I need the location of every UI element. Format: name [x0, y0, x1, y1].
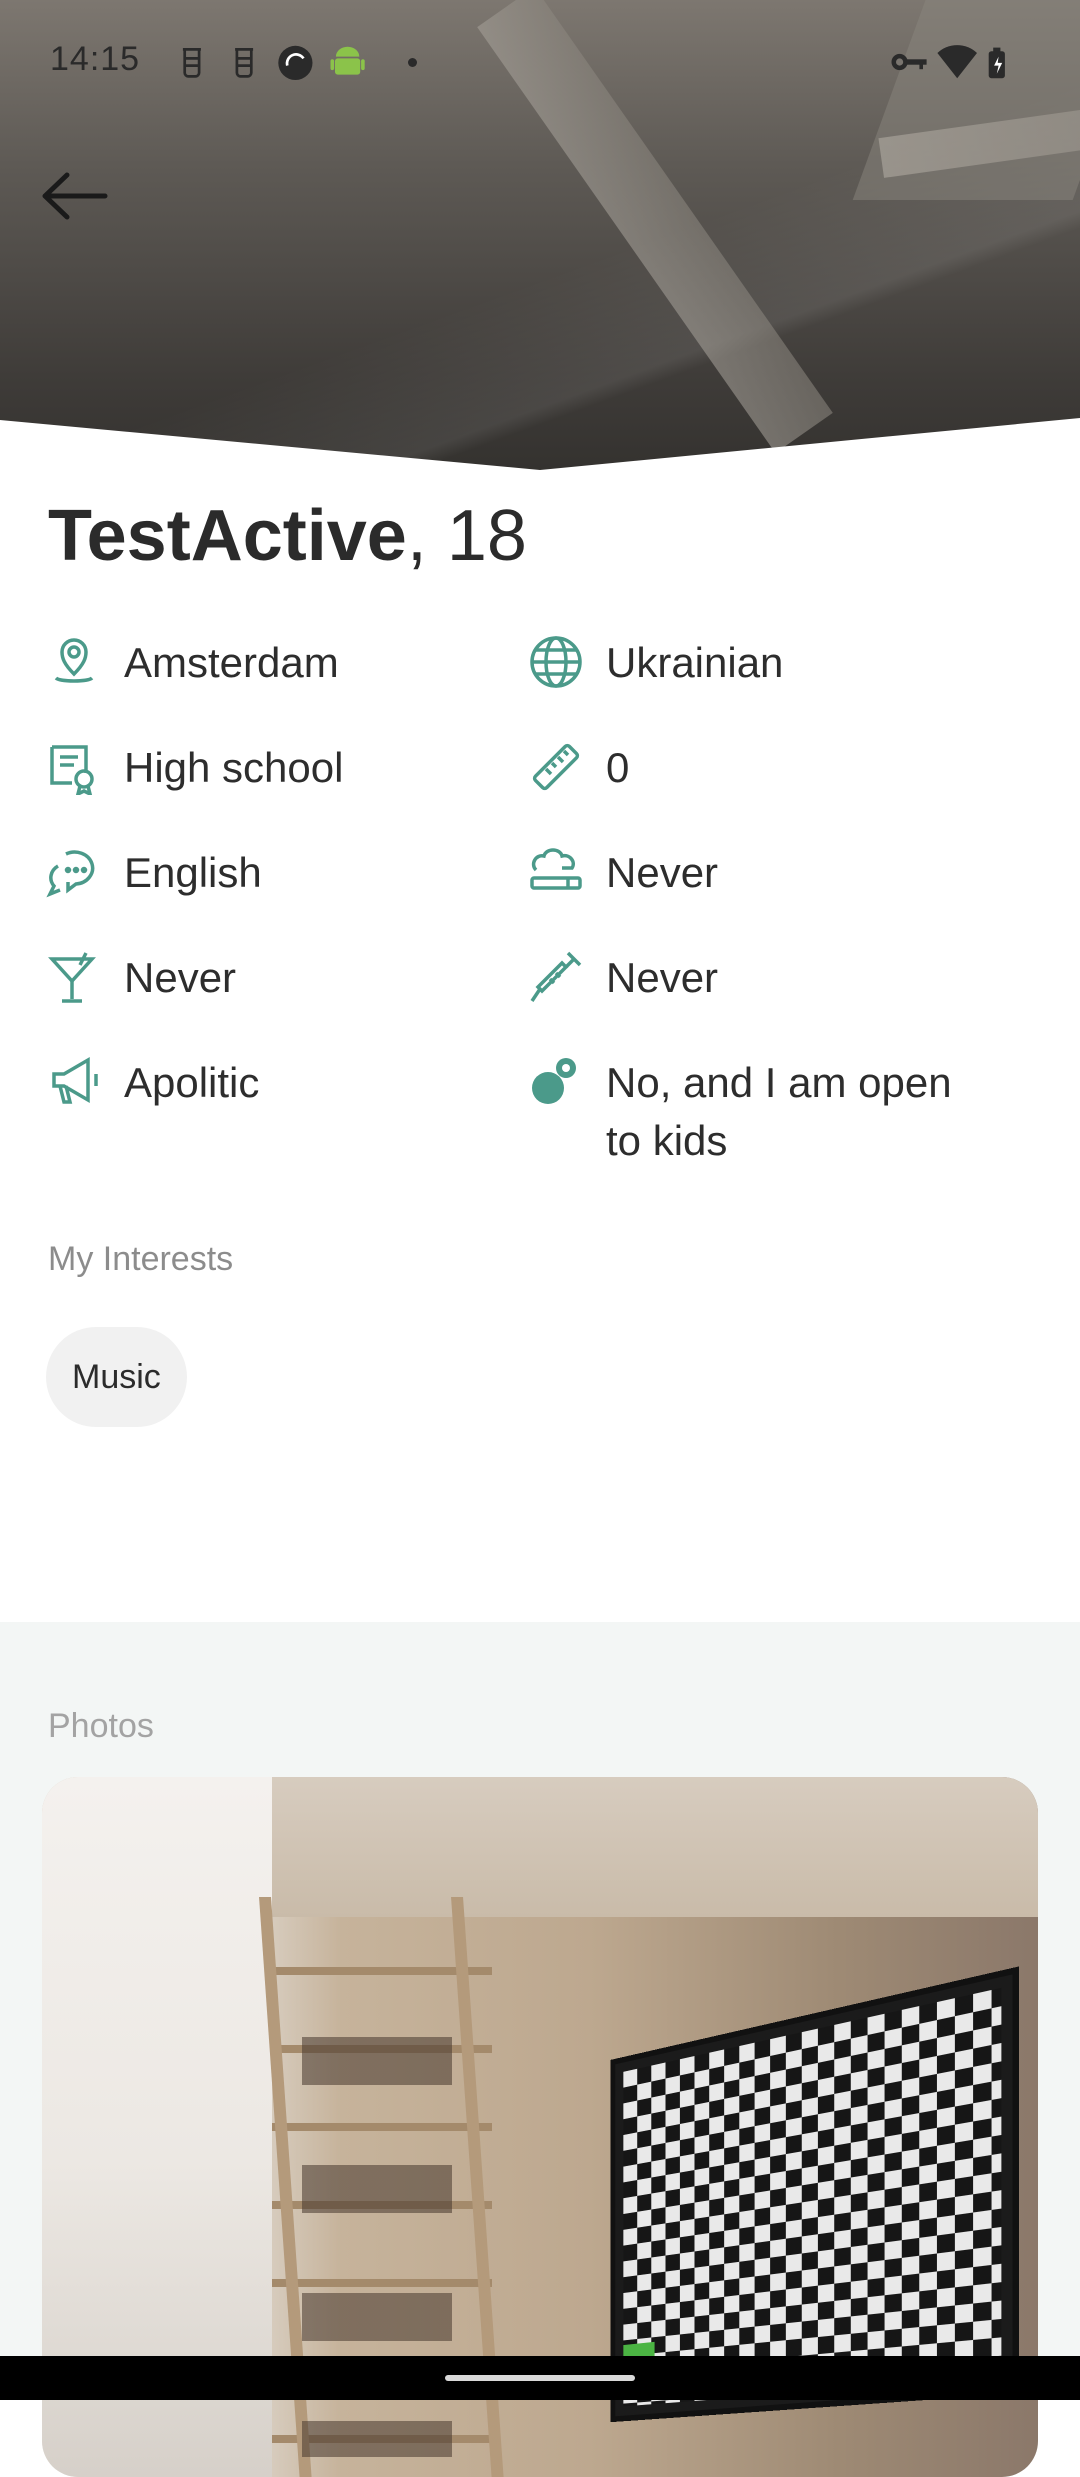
syringe-icon [530, 951, 582, 1002]
status-bar: 14:15 [0, 0, 1080, 125]
attribute-drinking: Never [46, 949, 236, 1007]
notification-icons [182, 45, 365, 80]
profile-name: TestActive, 18 [48, 495, 527, 577]
attribute-label: No, and I am open to kids [606, 1059, 952, 1164]
speech-bubbles-icon [46, 850, 95, 898]
attribute-height: 0 [528, 739, 629, 797]
globe-icon [530, 636, 582, 688]
profile-age: , 18 [406, 496, 527, 576]
system-nav-bar [0, 2356, 1080, 2400]
more-notifications-dot [408, 58, 417, 67]
attribute-smoking: Never [528, 844, 718, 902]
photos-title: Photos [48, 1707, 154, 1745]
status-time: 14:15 [50, 40, 141, 78]
attribute-location: Amsterdam [46, 634, 339, 692]
location-pin-icon [54, 638, 94, 683]
cocktail-icon [48, 952, 96, 1003]
attribute-education: High school [46, 739, 343, 797]
megaphone-icon [52, 1056, 98, 1104]
ruler-icon [532, 743, 580, 791]
attribute-label: Ukrainian [606, 639, 784, 686]
attribute-politics: Apolitic [46, 1054, 259, 1112]
attribute-nationality: Ukrainian [528, 634, 783, 692]
smoking-icon [530, 848, 582, 890]
attribute-label: High school [124, 744, 344, 791]
attribute-kids: No, and I am open to kids [528, 1054, 986, 1170]
attribute-label: Amsterdam [124, 639, 339, 686]
pacifier-icon [532, 1058, 576, 1104]
attribute-label: English [124, 849, 262, 896]
attribute-label: Apolitic [124, 1059, 260, 1106]
back-button[interactable] [36, 168, 112, 224]
arrow-left-icon [42, 172, 108, 220]
system-status-icons [891, 45, 1005, 79]
interests-title: My Interests [48, 1240, 234, 1278]
attribute-label: Never [606, 954, 719, 1001]
profile-name-text: TestActive [48, 496, 407, 576]
interest-chip: Music [46, 1327, 187, 1427]
attribute-label: Never [124, 954, 237, 1001]
diploma-icon [50, 745, 94, 795]
attribute-language: English [46, 844, 262, 902]
attribute-label: Never [606, 849, 719, 896]
home-gesture-handle[interactable] [445, 2375, 635, 2381]
attribute-label: 0 [606, 744, 630, 791]
attribute-drugs: Never [528, 949, 718, 1007]
